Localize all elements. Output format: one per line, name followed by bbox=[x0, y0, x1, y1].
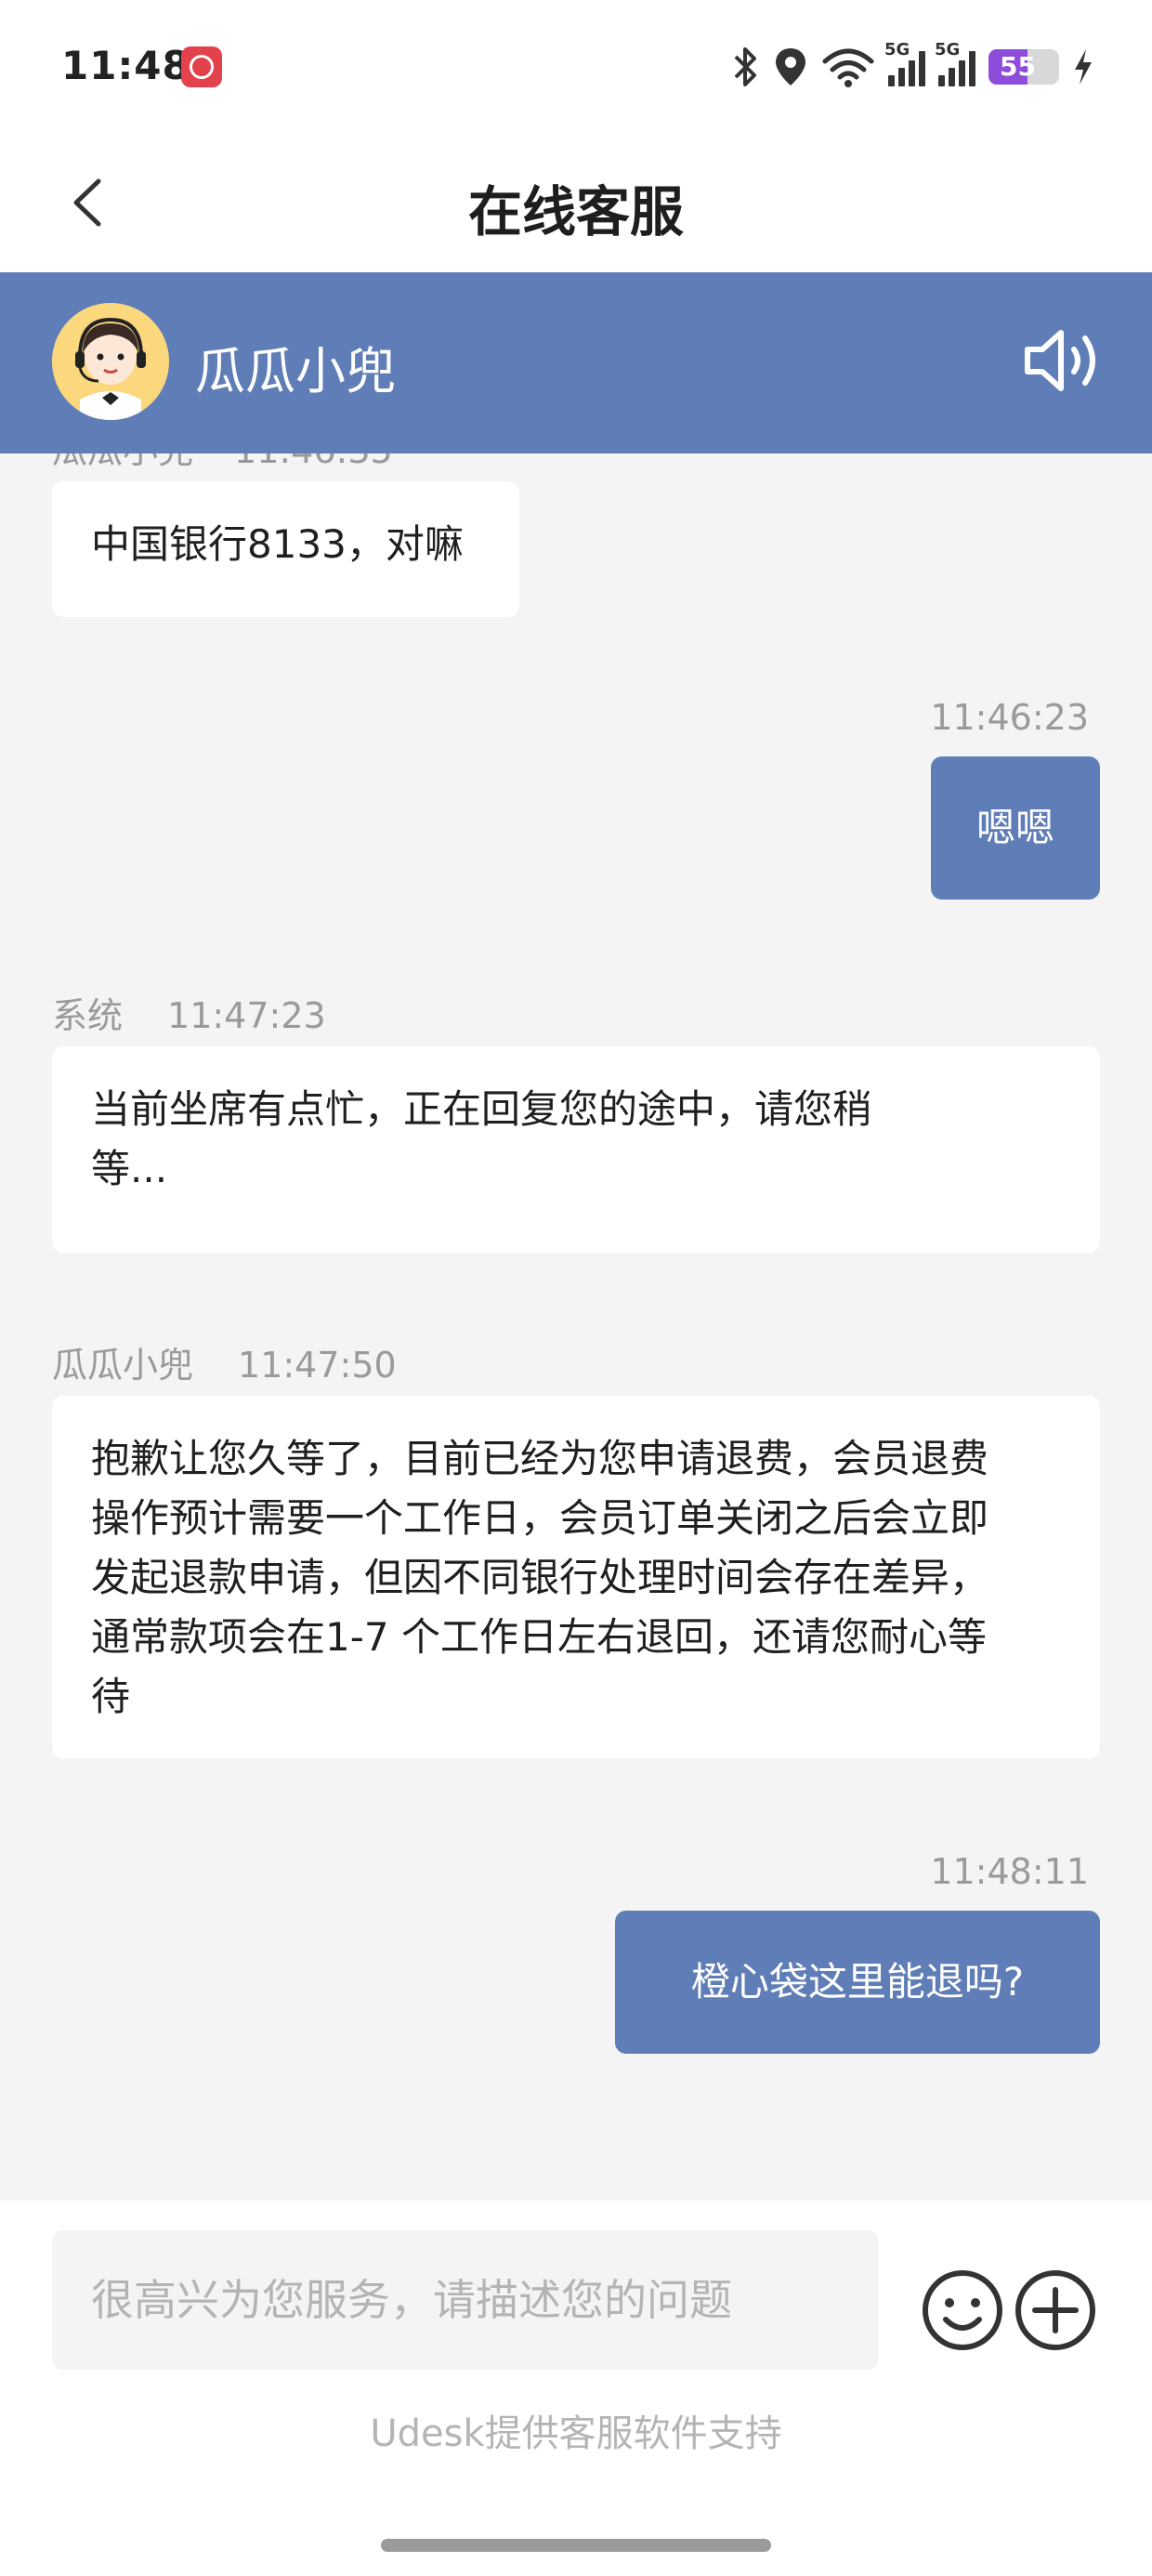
battery-level: 55 bbox=[1000, 51, 1036, 82]
message-text-line: 等... bbox=[91, 1146, 168, 1191]
message-text-line: 抱歉让您久等了，目前已经为您申请退费，会员退费 bbox=[91, 1436, 989, 1481]
message-time: 11:48:11 bbox=[930, 1851, 1089, 1892]
message-time: 11:46:35 bbox=[234, 453, 393, 471]
status-bar: 11:48 5G 5G 55 bbox=[0, 0, 1152, 135]
title-bar: 在线客服 bbox=[0, 135, 1152, 272]
battery-icon: 55 bbox=[988, 49, 1059, 85]
network-label: 5G bbox=[884, 40, 910, 59]
signal-5g-icon: 5G bbox=[884, 40, 925, 86]
agent-avatar[interactable] bbox=[52, 303, 169, 420]
message-text: 橙心袋这里能退吗? bbox=[690, 1959, 1025, 2004]
agent-avatar-icon bbox=[52, 303, 169, 420]
bluetooth-icon bbox=[734, 47, 756, 86]
charging-icon bbox=[1075, 49, 1092, 85]
home-indicator[interactable] bbox=[381, 2539, 771, 2552]
location-icon bbox=[776, 48, 805, 85]
red-app-icon bbox=[181, 46, 222, 87]
message-text-line: 待 bbox=[91, 1674, 131, 1719]
network-label: 5G bbox=[935, 40, 961, 59]
powered-by-text: Udesk提供客服软件支持 bbox=[370, 2412, 782, 2455]
message-text-line: 当前坐席有点忙，正在回复您的途中，请您稍 bbox=[91, 1086, 872, 1132]
message-time: 11:46:23 bbox=[930, 697, 1089, 738]
speaker-icon[interactable] bbox=[1022, 323, 1106, 398]
message-bubble-in[interactable]: 抱歉让您久等了，目前已经为您申请退费，会员退费 操作预计需要一个工作日，会员订单… bbox=[52, 1396, 1100, 1758]
agent-header: 瓜瓜小兜 bbox=[0, 272, 1152, 453]
agent-name: 瓜瓜小兜 bbox=[195, 342, 396, 401]
chat-screen: 11:48 5G 5G 55 在线客服 瓜瓜小兜 中国银行8133，对嘛 11:… bbox=[0, 0, 1152, 2576]
emoji-icon[interactable] bbox=[920, 2267, 1005, 2353]
input-bar: Udesk提供客服软件支持 bbox=[0, 2201, 1152, 2576]
message-meta: 瓜瓜小兜 11:47:50 bbox=[52, 1336, 397, 1387]
message-meta: 瓜瓜小兜 11:46:35 bbox=[52, 453, 393, 473]
signal-5g-icon: 5G bbox=[935, 40, 975, 86]
page-title: 在线客服 bbox=[467, 180, 684, 243]
message-text: 嗯嗯 bbox=[975, 805, 1054, 850]
message-time: 11:47:23 bbox=[167, 995, 326, 1036]
message-sender: 瓜瓜小兜 bbox=[52, 453, 193, 471]
message-bubble-in[interactable]: 当前坐席有点忙，正在回复您的途中，请您稍 等... bbox=[52, 1046, 1100, 1253]
message-input[interactable] bbox=[52, 2230, 879, 2370]
message-bubble-in[interactable]: 中国银行8133，对嘛 bbox=[52, 481, 519, 617]
message-bubble-out[interactable]: 嗯嗯 bbox=[931, 756, 1100, 900]
message-sender: 系统 bbox=[52, 995, 124, 1036]
message-bubble-out[interactable]: 橙心袋这里能退吗? bbox=[615, 1911, 1100, 2054]
status-time: 11:48 bbox=[61, 43, 190, 88]
plus-circle-icon[interactable] bbox=[1013, 2267, 1098, 2353]
message-list[interactable]: 瓜瓜小兜 11:46:35 中国银行8133，对嘛 11:46:23 嗯嗯 系统 1… bbox=[0, 453, 1152, 2201]
message-text-line: 操作预计需要一个工作日，会员订单关闭之后会立即 bbox=[91, 1495, 989, 1541]
message-text: 中国银行8133，对嘛 bbox=[91, 521, 464, 567]
message-text-line: 发起退款申请，但因不同银行处理时间会存在差异， bbox=[91, 1555, 989, 1600]
message-time: 11:47:50 bbox=[238, 1345, 397, 1386]
status-icons: 5G 5G 55 bbox=[732, 40, 1094, 91]
message-sender: 瓜瓜小兜 bbox=[52, 1345, 194, 1386]
message-text-line: 通常款项会在1-7 个工作日左右退回，还请您耐心等 bbox=[91, 1614, 987, 1660]
wifi-icon bbox=[822, 48, 874, 87]
message-meta: 系统 11:47:23 bbox=[52, 987, 326, 1038]
